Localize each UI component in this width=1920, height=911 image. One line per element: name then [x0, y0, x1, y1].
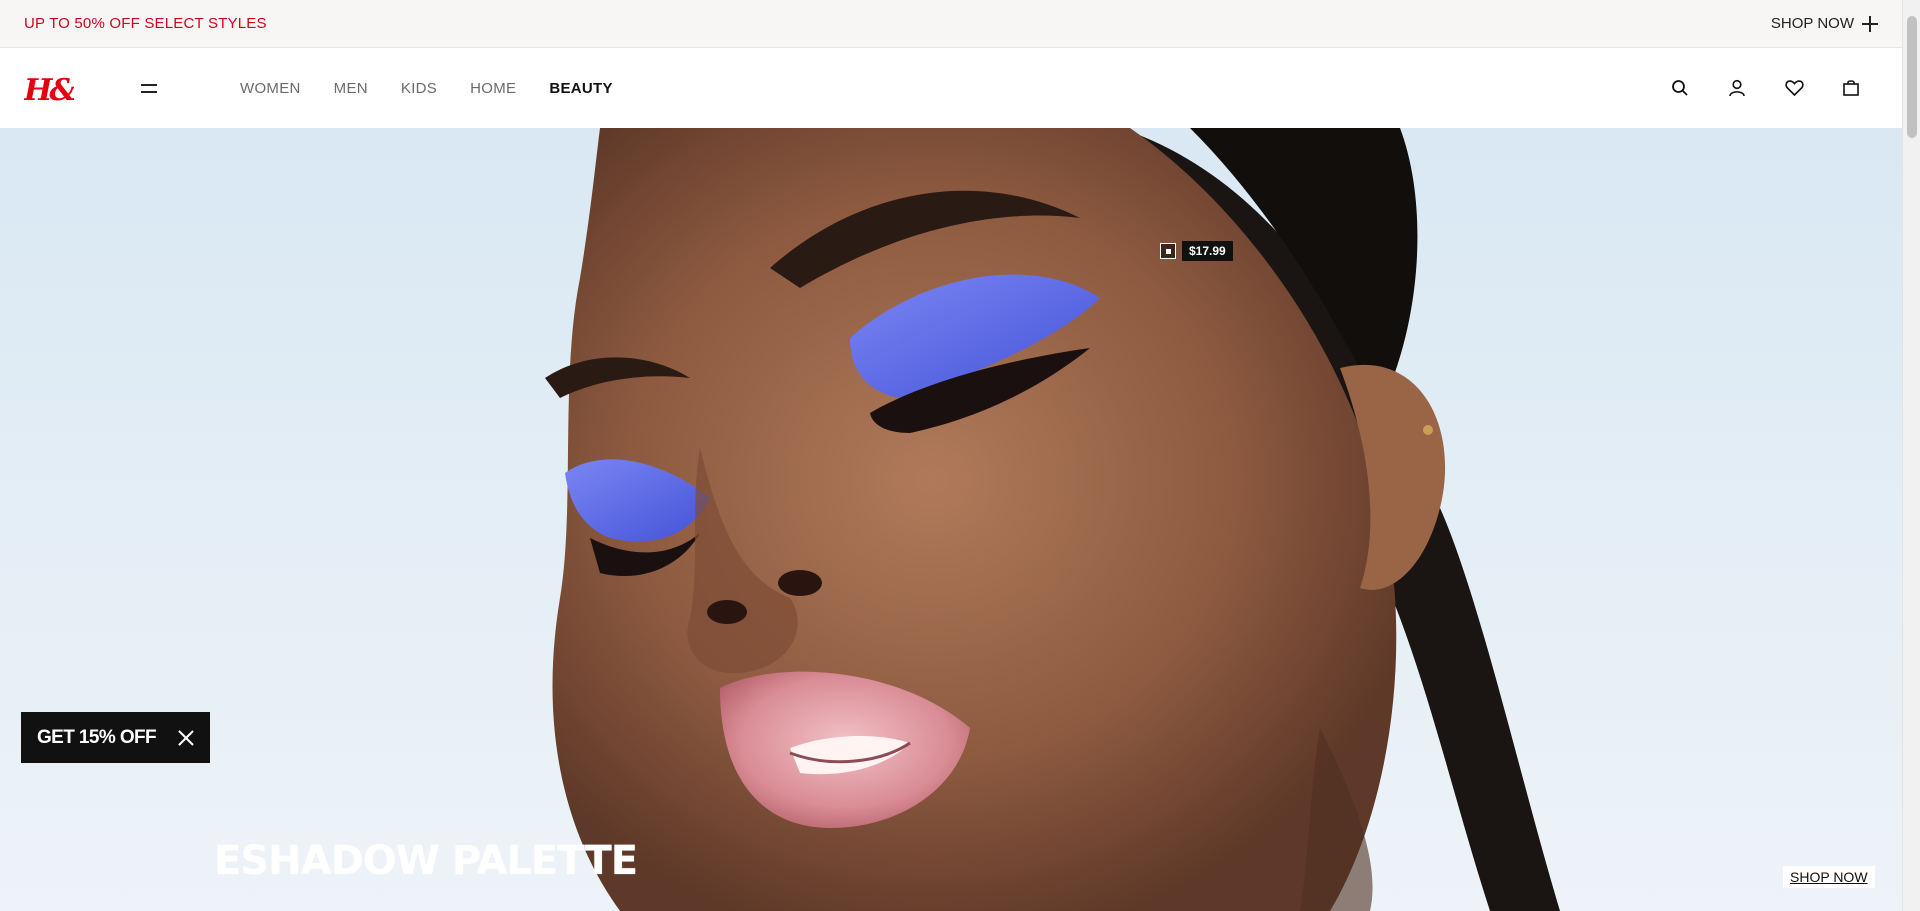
discount-banner[interactable]: GET 15% OFF: [21, 712, 210, 763]
hero-title: ESHADOW PALETTE: [214, 838, 638, 884]
nav-item-men[interactable]: MEN: [334, 80, 368, 97]
plus-icon: [1862, 15, 1878, 32]
nav-item-home[interactable]: HOME: [470, 80, 516, 97]
hamburger-menu-button[interactable]: [138, 77, 160, 99]
hero-banner[interactable]: $17.99 ESHADOW PALETTE SHOP NOW: [0, 128, 1902, 911]
bag-icon[interactable]: [1840, 77, 1862, 99]
promo-bar: UP TO 50% OFF SELECT STYLES SHOP NOW: [0, 0, 1902, 48]
svg-text:H&M: H&M: [24, 73, 74, 108]
nav-item-beauty[interactable]: BEAUTY: [549, 80, 612, 97]
site-header: H&M WOMEN MEN KIDS HOME BEAUTY: [0, 48, 1902, 128]
hero-model-image: [545, 128, 1560, 911]
hm-logo[interactable]: H&M: [24, 68, 74, 108]
promo-shop-now-label: SHOP NOW: [1770, 15, 1854, 32]
promo-shop-now-button[interactable]: SHOP NOW: [1771, 15, 1878, 32]
promo-text[interactable]: UP TO 50% OFF SELECT STYLES: [24, 15, 267, 32]
scrollbar-thumb[interactable]: [1907, 16, 1917, 138]
nav-item-women[interactable]: WOMEN: [240, 80, 301, 97]
header-icons: [1669, 77, 1862, 99]
price-label: $17.99: [1182, 241, 1233, 261]
hm-logo-icon: H&M: [24, 73, 74, 108]
hotspot-icon: [1160, 243, 1176, 259]
close-icon[interactable]: [178, 730, 194, 746]
nav-item-kids[interactable]: KIDS: [401, 80, 437, 97]
hero-shop-now-button[interactable]: SHOP NOW: [1783, 866, 1875, 888]
main-nav: WOMEN MEN KIDS HOME BEAUTY: [240, 80, 613, 97]
hamburger-icon-line: [141, 90, 157, 93]
page-scrollbar[interactable]: [1902, 0, 1920, 911]
account-icon[interactable]: [1726, 77, 1748, 99]
hamburger-icon-line: [141, 83, 157, 86]
favorites-icon[interactable]: [1783, 77, 1805, 99]
price-tag[interactable]: $17.99: [1160, 241, 1233, 261]
discount-label: GET 15% OFF: [37, 726, 157, 748]
search-icon[interactable]: [1669, 77, 1691, 99]
